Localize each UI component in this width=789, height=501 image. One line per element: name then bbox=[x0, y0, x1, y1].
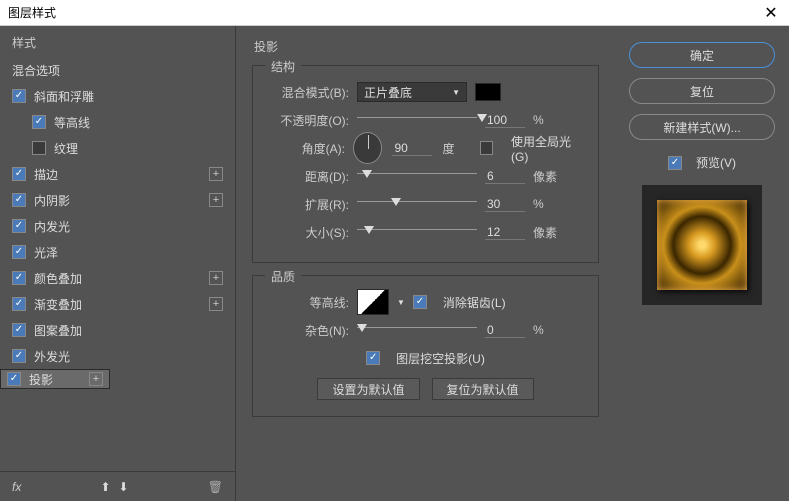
angle-label: 角度(A): bbox=[269, 140, 345, 157]
style-label: 斜面和浮雕 bbox=[34, 88, 223, 105]
fx-menu-icon[interactable]: fx bbox=[12, 480, 21, 494]
add-effect-icon[interactable]: + bbox=[209, 167, 223, 181]
style-row[interactable]: 纹理 bbox=[0, 135, 235, 161]
style-row[interactable]: 图案叠加 bbox=[0, 317, 235, 343]
style-label: 等高线 bbox=[54, 114, 223, 131]
distance-slider[interactable] bbox=[357, 173, 477, 187]
angle-dial[interactable] bbox=[353, 132, 383, 164]
style-row[interactable]: 投影+ bbox=[0, 369, 110, 389]
opacity-slider[interactable] bbox=[357, 117, 477, 131]
add-effect-icon[interactable]: + bbox=[209, 297, 223, 311]
style-checkbox[interactable] bbox=[12, 89, 26, 103]
style-checkbox[interactable] bbox=[12, 349, 26, 363]
size-label: 大小(S): bbox=[269, 224, 349, 241]
antialias-checkbox[interactable] bbox=[413, 295, 427, 309]
add-effect-icon[interactable]: + bbox=[89, 372, 103, 386]
global-light-checkbox[interactable] bbox=[480, 141, 493, 155]
global-light-label: 使用全局光(G) bbox=[511, 133, 582, 164]
cancel-button[interactable]: 复位 bbox=[629, 78, 775, 104]
spread-input[interactable] bbox=[485, 197, 525, 212]
settings-panel: 投影 结构 混合模式(B): 正片叠底▼ 不透明度(O): % 角度(A): 度 bbox=[236, 26, 615, 501]
style-row[interactable]: 描边+ bbox=[0, 161, 235, 187]
style-row[interactable]: 斜面和浮雕 bbox=[0, 83, 235, 109]
sidebar-header: 样式 bbox=[0, 26, 235, 57]
quality-group: 品质 等高线: ▼ 消除锯齿(L) 杂色(N): % 图层挖空投影(U) 设置为… bbox=[252, 275, 599, 417]
set-default-button[interactable]: 设置为默认值 bbox=[317, 378, 419, 400]
style-checkbox[interactable] bbox=[12, 219, 26, 233]
noise-input[interactable] bbox=[485, 323, 525, 338]
blend-mode-select[interactable]: 正片叠底▼ bbox=[357, 82, 467, 102]
style-checkbox[interactable] bbox=[32, 115, 46, 129]
chevron-down-icon: ▼ bbox=[452, 88, 460, 97]
style-row[interactable]: 光泽 bbox=[0, 239, 235, 265]
style-row[interactable]: 内发光 bbox=[0, 213, 235, 239]
distance-label: 距离(D): bbox=[269, 168, 349, 185]
style-row[interactable]: 外发光 bbox=[0, 343, 235, 369]
preview-thumbnail bbox=[642, 185, 762, 305]
style-label: 投影 bbox=[29, 371, 89, 388]
style-label: 内阴影 bbox=[34, 192, 209, 209]
ok-button[interactable]: 确定 bbox=[629, 42, 775, 68]
style-row[interactable]: 颜色叠加+ bbox=[0, 265, 235, 291]
contour-label: 等高线: bbox=[269, 294, 349, 311]
add-effect-icon[interactable]: + bbox=[209, 193, 223, 207]
close-icon[interactable]: ✕ bbox=[761, 3, 781, 23]
knockout-checkbox[interactable] bbox=[366, 351, 380, 365]
size-input[interactable] bbox=[485, 225, 525, 240]
reset-default-button[interactable]: 复位为默认值 bbox=[432, 378, 534, 400]
move-down-icon[interactable]: ⬇ bbox=[119, 480, 129, 494]
trash-icon[interactable]: 🗑 bbox=[208, 480, 223, 494]
spread-slider[interactable] bbox=[357, 201, 477, 215]
antialias-label: 消除锯齿(L) bbox=[443, 294, 506, 311]
window-title: 图层样式 bbox=[8, 4, 56, 21]
preview-label: 预览(V) bbox=[696, 154, 736, 171]
style-label: 内发光 bbox=[34, 218, 223, 235]
style-checkbox[interactable] bbox=[12, 193, 26, 207]
style-checkbox[interactable] bbox=[32, 141, 46, 155]
blend-options-row[interactable]: 混合选项 bbox=[0, 57, 235, 83]
new-style-button[interactable]: 新建样式(W)... bbox=[629, 114, 775, 140]
style-label: 描边 bbox=[34, 166, 209, 183]
style-row[interactable]: 内阴影+ bbox=[0, 187, 235, 213]
chevron-down-icon[interactable]: ▼ bbox=[397, 298, 405, 307]
move-up-icon[interactable]: ⬆ bbox=[100, 480, 110, 494]
styles-sidebar: 样式 混合选项 斜面和浮雕等高线纹理描边+内阴影+内发光光泽颜色叠加+渐变叠加+… bbox=[0, 26, 236, 501]
style-checkbox[interactable] bbox=[12, 297, 26, 311]
contour-picker[interactable] bbox=[357, 289, 389, 315]
shadow-color-swatch[interactable] bbox=[475, 83, 501, 101]
panel-title: 投影 bbox=[252, 34, 599, 59]
opacity-input[interactable] bbox=[485, 113, 525, 128]
sidebar-footer: fx ⬆ ⬇ 🗑 bbox=[0, 471, 235, 501]
preview-checkbox[interactable] bbox=[668, 156, 682, 170]
distance-input[interactable] bbox=[485, 169, 525, 184]
spread-label: 扩展(R): bbox=[269, 196, 349, 213]
style-row[interactable]: 等高线 bbox=[0, 109, 235, 135]
add-effect-icon[interactable]: + bbox=[209, 271, 223, 285]
noise-slider[interactable] bbox=[357, 327, 477, 341]
style-label: 图案叠加 bbox=[34, 322, 223, 339]
style-label: 外发光 bbox=[34, 348, 223, 365]
size-slider[interactable] bbox=[357, 229, 477, 243]
style-label: 光泽 bbox=[34, 244, 223, 261]
style-checkbox[interactable] bbox=[12, 271, 26, 285]
noise-label: 杂色(N): bbox=[269, 322, 349, 339]
style-label: 渐变叠加 bbox=[34, 296, 209, 313]
knockout-label: 图层挖空投影(U) bbox=[396, 350, 485, 367]
style-checkbox[interactable] bbox=[12, 323, 26, 337]
structure-group: 结构 混合模式(B): 正片叠底▼ 不透明度(O): % 角度(A): 度 bbox=[252, 65, 599, 263]
dialog-buttons: 确定 复位 新建样式(W)... 预览(V) bbox=[615, 26, 789, 501]
style-checkbox[interactable] bbox=[12, 167, 26, 181]
blend-mode-label: 混合模式(B): bbox=[269, 84, 349, 101]
opacity-label: 不透明度(O): bbox=[269, 112, 349, 129]
style-row[interactable]: 渐变叠加+ bbox=[0, 291, 235, 317]
angle-input[interactable] bbox=[392, 141, 432, 156]
style-label: 纹理 bbox=[54, 140, 223, 157]
style-label: 颜色叠加 bbox=[34, 270, 209, 287]
style-checkbox[interactable] bbox=[12, 245, 26, 259]
style-checkbox[interactable] bbox=[7, 372, 21, 386]
titlebar: 图层样式 ✕ bbox=[0, 0, 789, 26]
